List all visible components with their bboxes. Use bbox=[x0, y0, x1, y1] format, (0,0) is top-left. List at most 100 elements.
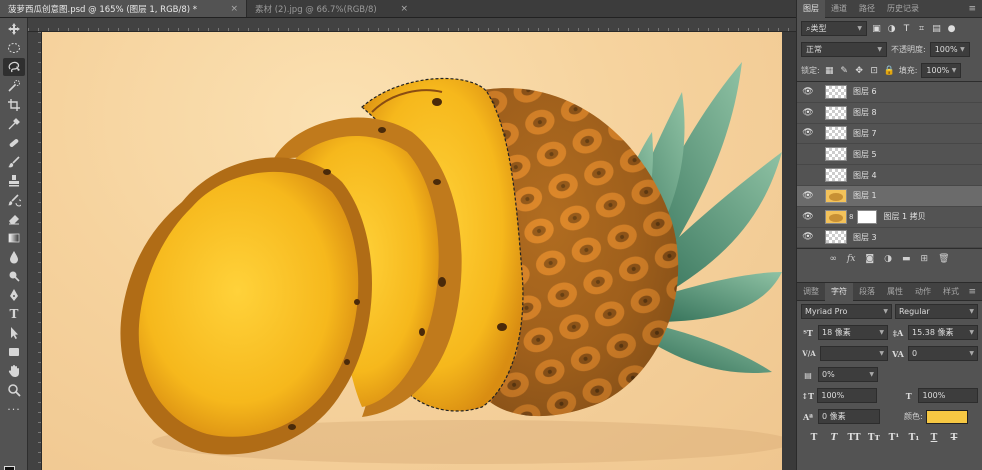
eye-icon[interactable]: 👁 bbox=[802, 212, 814, 222]
vertical-ruler[interactable] bbox=[28, 32, 42, 470]
eraser-icon[interactable] bbox=[3, 210, 25, 228]
underline-button[interactable]: T bbox=[927, 431, 941, 445]
layer-row[interactable]: 👁 图层 7 bbox=[797, 124, 982, 145]
layer-mask-thumbnail[interactable] bbox=[857, 209, 878, 224]
panel-menu-icon[interactable]: ≡ bbox=[968, 4, 982, 14]
close-icon[interactable]: × bbox=[230, 4, 238, 14]
horizontal-ruler[interactable] bbox=[28, 18, 796, 32]
kerning-field[interactable]: ▼ bbox=[820, 346, 888, 361]
healing-icon[interactable] bbox=[3, 134, 25, 152]
eye-icon[interactable]: 👁 bbox=[802, 87, 814, 97]
vertical-scale-field[interactable]: 100% bbox=[817, 388, 877, 403]
eye-icon[interactable]: 👁 bbox=[802, 232, 814, 242]
tab-character[interactable]: 字符 bbox=[825, 282, 853, 301]
quick-select-icon[interactable] bbox=[3, 77, 25, 95]
pen-icon[interactable] bbox=[3, 286, 25, 304]
type-filter-icon[interactable]: T bbox=[901, 23, 912, 34]
lasso-icon[interactable] bbox=[3, 58, 25, 76]
layer-row[interactable]: 👁 图层 6 bbox=[797, 82, 982, 103]
lock-transparent-icon[interactable]: ▦ bbox=[824, 65, 835, 76]
blur-icon[interactable] bbox=[3, 248, 25, 266]
new-layer-icon[interactable]: ⊞ bbox=[921, 254, 929, 264]
document-canvas[interactable] bbox=[42, 32, 782, 470]
smart-object-filter-icon[interactable]: ▤ bbox=[931, 23, 942, 34]
tab-paths[interactable]: 路径 bbox=[853, 0, 881, 18]
eye-hidden-icon[interactable]: 👁 bbox=[802, 149, 814, 159]
eye-icon[interactable]: 👁 bbox=[802, 108, 814, 118]
panel-menu-icon[interactable]: ≡ bbox=[968, 287, 982, 297]
close-icon[interactable]: × bbox=[400, 4, 408, 14]
opacity-field[interactable]: 100% ▼ bbox=[929, 42, 970, 57]
small-caps-button[interactable]: Tт bbox=[867, 431, 881, 445]
superscript-button[interactable]: T¹ bbox=[887, 431, 901, 445]
baseline-shift-field[interactable]: 0 像素 bbox=[818, 409, 880, 424]
dodge-icon[interactable] bbox=[3, 267, 25, 285]
layer-row[interactable]: 👁 图层 4 bbox=[797, 165, 982, 186]
horizontal-scale-field[interactable]: 100% bbox=[918, 388, 979, 403]
add-mask-icon[interactable]: ◙ bbox=[865, 254, 874, 264]
lock-position-icon[interactable]: ✥ bbox=[854, 65, 865, 76]
layer-row[interactable]: 👁 8 图层 1 拷贝 bbox=[797, 207, 982, 228]
fill-field[interactable]: 100% ▼ bbox=[921, 63, 962, 78]
stamp-icon[interactable] bbox=[3, 172, 25, 190]
type-icon[interactable]: T bbox=[3, 305, 25, 323]
all-caps-button[interactable]: TT bbox=[847, 431, 861, 445]
brush-icon[interactable] bbox=[3, 153, 25, 171]
tab-properties[interactable]: 属性 bbox=[881, 283, 909, 301]
layer-row[interactable]: 👁 图层 3 bbox=[797, 228, 982, 249]
leading-field[interactable]: 15.38 像素 ▼ bbox=[908, 325, 978, 340]
tab-styles[interactable]: 样式 bbox=[937, 283, 965, 301]
crop-icon[interactable] bbox=[3, 96, 25, 114]
font-family-select[interactable]: Myriad Pro ▼ bbox=[801, 304, 892, 319]
marquee-icon[interactable] bbox=[3, 39, 25, 57]
tracking-field[interactable]: 0 ▼ bbox=[908, 346, 978, 361]
layer-row[interactable]: 👁 图层 8 bbox=[797, 103, 982, 124]
eye-hidden-icon[interactable]: 👁 bbox=[802, 170, 814, 180]
layer-filter-select[interactable]: ⌕ 类型 ▼ bbox=[801, 21, 867, 36]
font-size-field[interactable]: 18 像素 ▼ bbox=[818, 325, 888, 340]
lock-all-icon[interactable]: 🔒 bbox=[884, 65, 895, 76]
tsume-field[interactable]: 0% ▼ bbox=[818, 367, 878, 382]
shape-icon[interactable] bbox=[3, 343, 25, 361]
tab-channels[interactable]: 通道 bbox=[825, 0, 853, 18]
subscript-button[interactable]: T₁ bbox=[907, 431, 921, 445]
strikethrough-button[interactable]: T bbox=[947, 431, 961, 445]
font-style-select[interactable]: Regular ▼ bbox=[894, 304, 978, 319]
tab-paragraph[interactable]: 段落 bbox=[853, 283, 881, 301]
gradient-icon[interactable] bbox=[3, 229, 25, 247]
tab-layers[interactable]: 图层 bbox=[797, 0, 825, 18]
blend-mode-select[interactable]: 正常 ▼ bbox=[801, 42, 887, 57]
tab-adjustments[interactable]: 调整 bbox=[797, 283, 825, 301]
move-icon[interactable] bbox=[3, 20, 25, 38]
adjustment-layer-icon[interactable]: ◑ bbox=[884, 254, 892, 264]
hand-icon[interactable] bbox=[3, 362, 25, 380]
layer-row[interactable]: 👁 图层 5 bbox=[797, 144, 982, 166]
document-tab-active[interactable]: 菠萝西瓜创意图.psd @ 165% (图层 1, RGB/8) * × bbox=[0, 0, 246, 17]
lock-artboard-icon[interactable]: ⊡ bbox=[869, 65, 880, 76]
zoom-icon[interactable] bbox=[3, 381, 25, 399]
layer-style-icon[interactable]: fx bbox=[847, 254, 855, 264]
tab-actions[interactable]: 动作 bbox=[909, 283, 937, 301]
document-tab-inactive[interactable]: 素材 (2).jpg @ 66.7%(RGB/8) × bbox=[246, 0, 416, 17]
group-icon[interactable]: ▬ bbox=[902, 254, 911, 264]
link-layers-icon[interactable]: ∞ bbox=[829, 254, 837, 264]
faux-bold-button[interactable]: T bbox=[807, 431, 821, 445]
history-brush-icon[interactable] bbox=[3, 191, 25, 209]
eye-icon[interactable]: 👁 bbox=[802, 128, 814, 138]
tab-history[interactable]: 历史记录 bbox=[881, 0, 925, 18]
more-tools-icon[interactable]: ··· bbox=[3, 400, 25, 418]
eye-icon[interactable]: 👁 bbox=[802, 191, 814, 201]
foreground-color-swatch[interactable] bbox=[4, 466, 15, 470]
layer-row-selected[interactable]: 👁 图层 1 bbox=[797, 185, 982, 207]
eyedropper-icon[interactable] bbox=[3, 115, 25, 133]
vertical-scrollbar[interactable] bbox=[782, 32, 796, 470]
adjustment-filter-icon[interactable]: ◑ bbox=[886, 23, 897, 34]
faux-italic-button[interactable]: T bbox=[827, 431, 841, 445]
filter-toggle-icon[interactable]: ● bbox=[946, 23, 957, 34]
shape-filter-icon[interactable]: ⌗ bbox=[916, 23, 927, 34]
text-color-swatch[interactable] bbox=[925, 409, 968, 424]
path-select-icon[interactable] bbox=[3, 324, 25, 342]
trash-icon[interactable]: 🗑 bbox=[938, 254, 949, 264]
lock-pixels-icon[interactable]: ✎ bbox=[839, 65, 850, 76]
image-filter-icon[interactable]: ▣ bbox=[871, 23, 882, 34]
